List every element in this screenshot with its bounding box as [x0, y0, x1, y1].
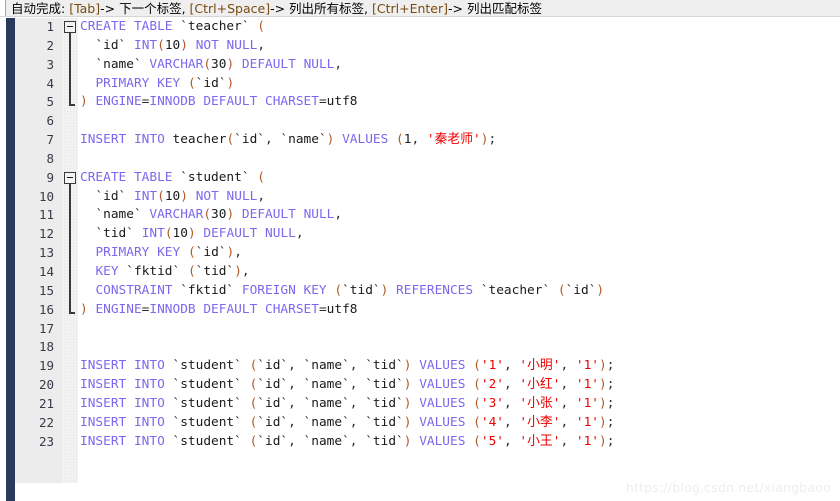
line-number: 17 [38, 320, 54, 336]
line-number: 20 [38, 377, 54, 393]
code-line[interactable]: PRIMARY KEY (`id`) [78, 75, 840, 94]
line-number: 19 [38, 358, 54, 374]
code-line[interactable] [78, 338, 840, 357]
hint-desc-ctrl-enter: -> 列出匹配标签 [448, 1, 542, 16]
fold-toggle-icon[interactable] [64, 21, 76, 33]
autocomplete-hint-bar: 自动完成: [Tab]-> 下一个标签, [Ctrl+Space]-> 列出所有… [0, 0, 840, 17]
code-text-area[interactable]: CREATE TABLE `teacher` ( `id` INT(10) NO… [78, 18, 840, 501]
line-number: 23 [38, 433, 54, 449]
code-line[interactable]: KEY `fktid` (`tid`), [78, 263, 840, 282]
line-number: 13 [38, 245, 54, 261]
line-number: 11 [38, 207, 54, 223]
editor-marker-bar[interactable] [6, 18, 15, 501]
line-number: 6 [46, 113, 54, 129]
code-line[interactable]: `name` VARCHAR(30) DEFAULT NULL, [78, 56, 840, 75]
fold-range-end-tick [69, 104, 75, 107]
hint-key-tab: [Tab] [69, 1, 101, 16]
code-line[interactable]: ) ENGINE=INNODB DEFAULT CHARSET=utf8 [78, 93, 840, 112]
code-editor[interactable]: 1 2 3 4 5 6 7 8 9 10 11 12 13 14 15 16 17 18 19 20 21 22 23 CR… [0, 18, 840, 501]
sql-editor-window: 自动完成: [Tab]-> 下一个标签, [Ctrl+Space]-> 列出所有… [0, 0, 840, 501]
code-line[interactable]: INSERT INTO `student` (`id`, `name`, `ti… [78, 395, 840, 414]
line-number-gutter: 1 2 3 4 5 6 7 8 9 10 11 12 13 14 15 16 17 18 19 20 21 22 23 [15, 18, 62, 483]
watermark: https://blog.csdn.net/xiangbaoo [625, 480, 831, 495]
code-line[interactable]: INSERT INTO `student` (`id`, `name`, `ti… [78, 414, 840, 433]
autocomplete-hint-text: 自动完成: [Tab]-> 下一个标签, [Ctrl+Space]-> 列出所有… [11, 0, 542, 16]
code-folding-margin[interactable] [62, 18, 78, 483]
code-line[interactable]: PRIMARY KEY (`id`), [78, 244, 840, 263]
line-number: 21 [38, 395, 54, 411]
code-line[interactable] [78, 320, 840, 339]
hint-desc-tab: -> 下一个标签, [100, 1, 190, 16]
line-number: 9 [46, 169, 54, 185]
hint-key-ctrl-enter: [Ctrl+Enter] [371, 1, 449, 16]
code-line[interactable]: `id` INT(10) NOT NULL, [78, 37, 840, 56]
line-number: 5 [46, 94, 54, 110]
code-line[interactable]: ) ENGINE=INNODB DEFAULT CHARSET=utf8 [78, 301, 840, 320]
code-line[interactable]: INSERT INTO teacher(`id`, `name`) VALUES… [78, 131, 840, 150]
code-line[interactable]: CONSTRAINT `fktid` FOREIGN KEY (`tid`) R… [78, 282, 840, 301]
hint-desc-ctrl-space: -> 列出所有标签, [270, 1, 372, 16]
hint-key-ctrl-space: [Ctrl+Space] [189, 1, 271, 16]
code-line[interactable] [78, 112, 840, 131]
code-line[interactable]: CREATE TABLE `teacher` ( [78, 18, 840, 37]
code-line[interactable]: CREATE TABLE `student` ( [78, 169, 840, 188]
line-number: 7 [46, 132, 54, 148]
code-line[interactable] [78, 150, 840, 169]
code-line[interactable]: INSERT INTO `student` (`id`, `name`, `ti… [78, 433, 840, 452]
code-line[interactable]: INSERT INTO `student` (`id`, `name`, `ti… [78, 376, 840, 395]
hint-prefix: 自动完成: [11, 1, 70, 16]
line-number: 10 [38, 188, 54, 204]
line-number: 2 [46, 37, 54, 53]
hint-bar-left-notch [0, 0, 6, 16]
line-number: 22 [38, 414, 54, 430]
code-line[interactable]: INSERT INTO `student` (`id`, `name`, `ti… [78, 357, 840, 376]
line-number: 1 [46, 19, 54, 34]
line-number: 12 [38, 226, 54, 242]
line-number: 8 [46, 150, 54, 166]
fold-range-line [69, 183, 71, 312]
line-number: 15 [38, 282, 54, 298]
line-number: 4 [46, 75, 54, 91]
fold-toggle-icon[interactable] [64, 171, 76, 184]
fold-range-line [69, 33, 71, 105]
line-number: 18 [38, 339, 54, 355]
line-number: 16 [38, 301, 54, 317]
code-line[interactable]: `id` INT(10) NOT NULL, [78, 188, 840, 207]
line-number: 3 [46, 56, 54, 72]
line-number: 14 [38, 263, 54, 279]
code-line[interactable]: `tid` INT(10) DEFAULT NULL, [78, 225, 840, 244]
fold-range-end-tick [69, 311, 75, 314]
code-line[interactable]: `name` VARCHAR(30) DEFAULT NULL, [78, 206, 840, 225]
